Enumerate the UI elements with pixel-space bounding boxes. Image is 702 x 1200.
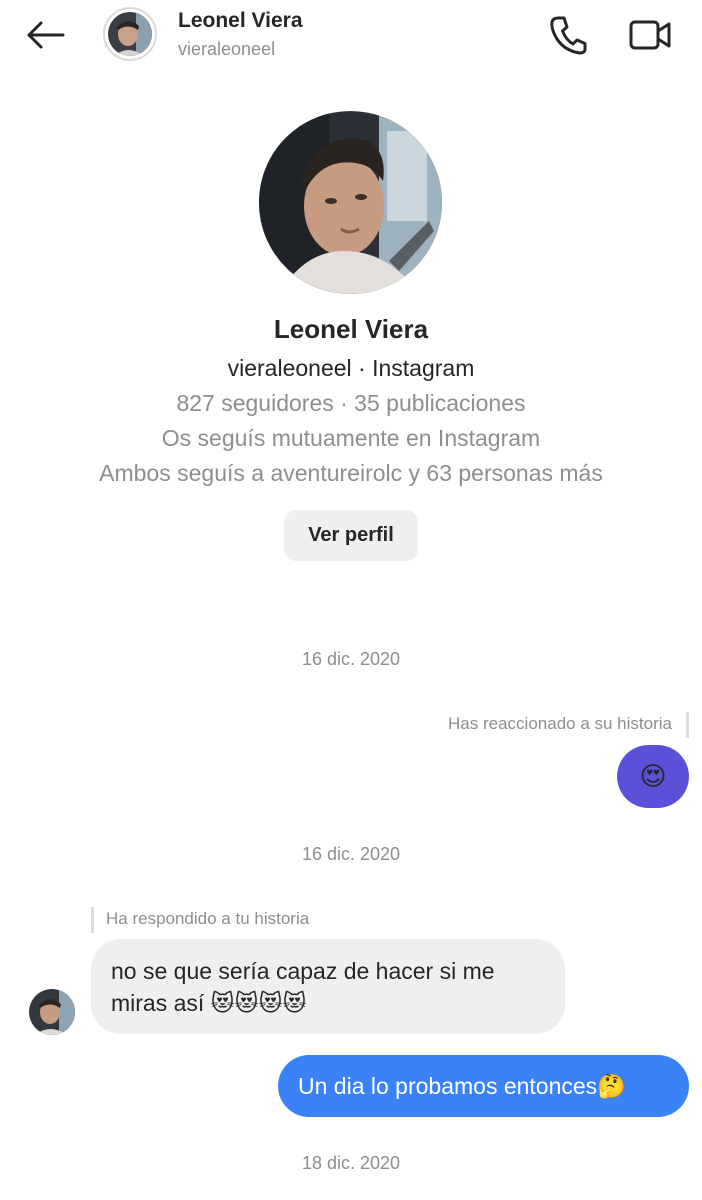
profile-username-line: vieraleoneel · Instagram [227, 355, 475, 381]
header-username[interactable]: vieraleoneel [178, 39, 275, 60]
phone-icon [549, 15, 587, 55]
timestamp-3: 18 dic. 2020 [301, 1153, 401, 1173]
profile-stats: 827 seguidores · 35 publicaciones [176, 390, 526, 416]
story-reference-bar [686, 712, 689, 738]
profile-name: Leonel Viera [273, 314, 429, 344]
back-arrow-icon [25, 20, 65, 50]
header-name[interactable]: Leonel Viera [178, 9, 303, 33]
voice-call-button[interactable] [544, 12, 592, 58]
video-camera-icon [628, 18, 672, 52]
view-profile-button[interactable]: Ver perfil [284, 510, 418, 561]
sent-message[interactable]: Un dia lo probamos entonces🤔 [278, 1055, 689, 1117]
reaction-message[interactable]: 😍 [617, 745, 689, 808]
story-reply-label: Ha respondido a tu historia [106, 909, 310, 928]
received-message[interactable]: no se que sería capaz de hacer si me mir… [91, 939, 565, 1034]
profile-common-follows: Ambos seguís a aventureirolc y 63 person… [99, 460, 603, 486]
timestamp-2: 16 dic. 2020 [301, 844, 401, 864]
story-reaction-label: Has reaccionado a su historia [448, 714, 672, 733]
header-avatar[interactable] [103, 7, 157, 61]
profile-avatar[interactable] [259, 111, 442, 294]
timestamp-1: 16 dic. 2020 [301, 649, 401, 669]
profile-mutual-follow: Os seguís mutuamente en Instagram [161, 425, 541, 451]
video-call-button[interactable] [624, 12, 676, 58]
reply-reference-bar [91, 907, 94, 933]
back-button[interactable] [22, 16, 68, 54]
chat-header: Leonel Viera vieraleoneel [0, 0, 702, 74]
sender-avatar[interactable] [29, 989, 75, 1035]
